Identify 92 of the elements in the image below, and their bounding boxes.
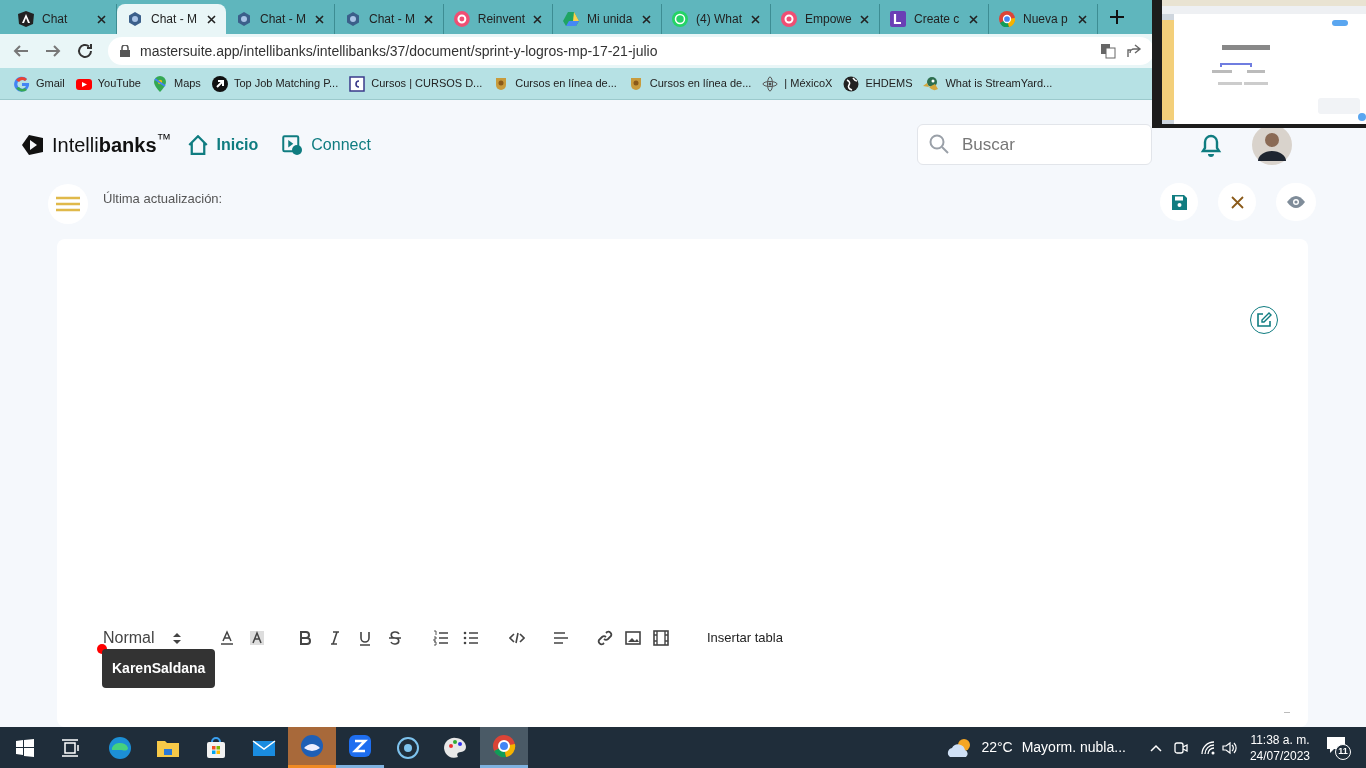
edit-icon — [1256, 312, 1272, 328]
address-bar[interactable]: mastersuite.app/intellibanks/intellibanks/37/document/sprint-y-logros-mp-17-21-julio — [108, 37, 1154, 65]
reload-icon[interactable] — [76, 42, 94, 60]
last-update-label: Última actualización: — [103, 190, 223, 208]
ordered-list-icon[interactable] — [433, 630, 449, 646]
chrome-icon — [999, 11, 1015, 27]
text-color-icon[interactable] — [219, 630, 235, 646]
map-pin-icon — [151, 75, 168, 92]
bookmark[interactable]: EHDEMS — [843, 75, 913, 92]
bookmark-tile-icon — [349, 75, 366, 92]
bookmark[interactable]: What is StreamYard... — [923, 75, 1053, 92]
bookmark[interactable]: Maps — [151, 75, 201, 92]
chat-bubble-icon — [672, 11, 688, 27]
chevron-up-icon[interactable] — [1149, 743, 1162, 752]
hexagon-icon — [127, 11, 143, 27]
close-icon[interactable] — [642, 14, 651, 24]
eye-icon — [1287, 196, 1305, 208]
windows-start-icon[interactable] — [16, 738, 34, 757]
palette-icon — [444, 735, 468, 760]
bullet-list-icon[interactable] — [463, 630, 479, 646]
format-select[interactable]: Normal — [103, 626, 189, 650]
link-icon[interactable] — [597, 630, 613, 646]
video-icon[interactable] — [653, 630, 669, 646]
browser-tab[interactable]: Chat - M — [117, 4, 226, 34]
bold-icon[interactable] — [297, 630, 313, 646]
clock-time: 11:38 a. m. — [1250, 731, 1310, 748]
search-icon — [929, 134, 949, 154]
share-icon[interactable] — [1126, 43, 1142, 59]
ring-icon — [781, 11, 797, 27]
search-field[interactable]: Buscar — [917, 124, 1152, 165]
weather-text: Mayorm. nubla... — [1021, 738, 1126, 757]
close-icon[interactable] — [424, 14, 433, 24]
hexagon-icon — [345, 11, 361, 27]
arrow-circle-icon — [211, 75, 228, 92]
close-icon[interactable] — [533, 14, 542, 24]
bookmark[interactable]: | MéxicoX — [762, 75, 833, 92]
wifi-icon[interactable] — [1199, 740, 1216, 755]
save-button[interactable] — [1160, 183, 1198, 221]
google-icon — [14, 75, 30, 92]
bookmark[interactable]: Cursos | CURSOS D... — [349, 75, 483, 92]
home-icon — [187, 134, 208, 155]
logo-text: Intellibanks$^{™}$ — [52, 129, 172, 158]
bookmark[interactable]: Cursos en línea de... — [493, 75, 617, 92]
hexagon-icon — [236, 11, 252, 27]
user-tooltip: KarenSaldana — [102, 649, 216, 688]
bookmark[interactable]: Cursos en línea de... — [627, 75, 752, 92]
letter-tile-icon — [890, 11, 906, 27]
strikethrough-icon[interactable] — [387, 630, 403, 646]
bookmark[interactable]: Gmail — [14, 75, 65, 92]
volume-icon[interactable] — [1221, 740, 1238, 755]
angular-shield-icon — [18, 11, 34, 27]
nav-link[interactable]: Connect — [282, 132, 371, 157]
sort-icon — [173, 632, 181, 644]
highlight-icon[interactable] — [249, 630, 265, 646]
underline-icon[interactable] — [357, 630, 373, 646]
close-icon[interactable] — [315, 14, 324, 24]
nav-link[interactable]: Inicio — [187, 132, 259, 157]
close-icon[interactable] — [207, 14, 216, 24]
lock-icon — [120, 45, 130, 57]
resize-mark — [1284, 712, 1290, 713]
edge-icon — [108, 735, 132, 760]
triangle-icon — [563, 11, 579, 27]
camera-icon[interactable] — [1173, 739, 1188, 756]
close-button[interactable] — [1218, 183, 1256, 221]
close-icon[interactable] — [97, 14, 106, 24]
close-icon[interactable] — [969, 14, 978, 24]
close-icon[interactable] — [1078, 14, 1087, 24]
bookmark[interactable]: Top Job Matching P... — [211, 75, 339, 92]
translate-icon[interactable] — [1100, 43, 1116, 59]
image-icon[interactable] — [625, 630, 641, 646]
insert-table-button[interactable]: Insertar tabla — [707, 628, 783, 648]
store-icon — [204, 735, 228, 760]
chrome-icon — [492, 734, 516, 758]
disc-icon — [396, 735, 420, 760]
video-screen-icon — [282, 134, 303, 155]
preview-button[interactable] — [1276, 183, 1316, 221]
save-icon — [1171, 194, 1187, 210]
bookmark[interactable]: YouTube — [75, 75, 141, 92]
task-view-icon[interactable] — [62, 738, 80, 757]
ring-icon — [454, 11, 470, 27]
align-left-icon[interactable] — [553, 630, 569, 646]
menu-icon — [56, 196, 80, 212]
close-icon[interactable] — [751, 14, 760, 24]
atom-icon — [762, 75, 779, 92]
close-icon — [1230, 195, 1244, 209]
code-icon[interactable] — [509, 630, 525, 646]
close-icon[interactable] — [860, 14, 869, 24]
clock-date: 24/07/2023 — [1249, 747, 1310, 764]
temperature-text: 22°C — [981, 738, 1013, 757]
globe-icon — [843, 75, 860, 92]
new-tab-icon[interactable] — [1110, 10, 1124, 24]
zoom-icon — [348, 734, 372, 758]
